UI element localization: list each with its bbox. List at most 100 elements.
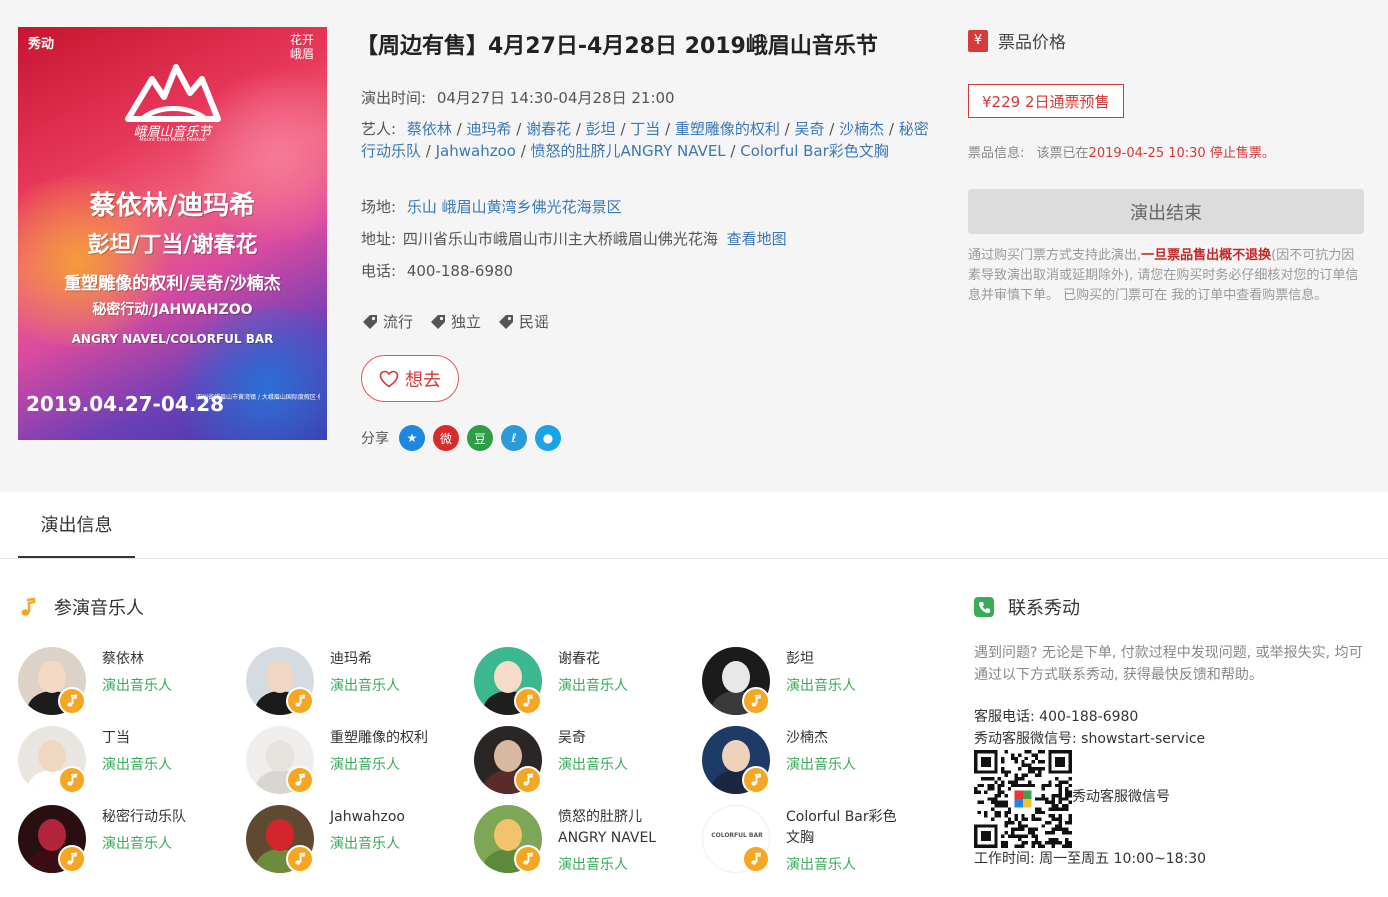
musician-card[interactable]: 吴奇 演出音乐人 — [474, 726, 694, 796]
musician-card[interactable]: 谢春花 演出音乐人 — [474, 647, 694, 717]
musician-card[interactable]: 彭坦 演出音乐人 — [702, 647, 922, 717]
qr-module — [987, 787, 991, 791]
musician-name[interactable]: 重塑雕像的权利 — [330, 728, 460, 749]
music-note-icon — [21, 597, 36, 616]
qr-module — [1058, 797, 1062, 801]
qr-module — [1031, 760, 1035, 764]
musician-card[interactable]: 秘密行动乐队 演出音乐人 — [18, 805, 238, 875]
musician-name[interactable]: 沙楠杰 — [786, 728, 916, 749]
ticket-option-button[interactable]: ¥229 2日通票预售 — [968, 84, 1124, 118]
artist-separator: / — [615, 120, 631, 138]
genre-tag[interactable]: 流行 — [361, 311, 413, 332]
musician-name[interactable]: Jahwahzoo — [330, 807, 460, 828]
qr-module — [977, 800, 981, 805]
qr-module — [987, 777, 991, 781]
qr-module — [1017, 753, 1022, 757]
event-time-row: 演出时间: 04月27日 14:30-04月28日 21:00 — [361, 87, 675, 109]
qr-module — [1024, 763, 1029, 767]
artist-link[interactable]: 吴奇 — [795, 120, 825, 138]
artist-link[interactable]: 愤怒的肚脐儿ANGRY NAVEL — [531, 142, 726, 160]
qr-module — [1017, 783, 1022, 788]
genre-tag-label: 流行 — [383, 313, 414, 331]
artist-link[interactable]: 沙楠杰 — [839, 120, 884, 138]
qr-module — [1031, 770, 1035, 774]
musician-card[interactable]: 迪玛希 演出音乐人 — [246, 647, 466, 717]
poster-date: 2019.04.27-04.28 — [26, 392, 225, 416]
qr-module — [1031, 814, 1035, 818]
view-map-link[interactable]: 查看地图 — [727, 230, 787, 248]
qr-module — [1031, 831, 1035, 835]
qr-module — [997, 804, 1002, 808]
musician-name[interactable]: 迪玛希 — [330, 649, 460, 670]
qr-module — [1021, 814, 1025, 818]
artist-link[interactable]: 谢春花 — [526, 120, 571, 138]
musician-name[interactable]: 丁当 — [102, 728, 232, 749]
musician-card[interactable]: 愤怒的肚脐儿 ANGRY NAVEL 演出音乐人 — [474, 805, 694, 875]
qr-module — [1051, 807, 1056, 811]
musician-name[interactable]: 愤怒的肚脐儿 ANGRY NAVEL — [558, 807, 688, 849]
musician-card[interactable]: 丁当 演出音乐人 — [18, 726, 238, 796]
qr-module — [1031, 766, 1035, 771]
artist-link[interactable]: 彭坦 — [586, 120, 616, 138]
qr-module — [1017, 777, 1022, 781]
qr-module — [1007, 780, 1012, 784]
musician-note-icon — [742, 845, 770, 873]
qr-module — [1001, 760, 1005, 764]
musician-note-icon — [514, 845, 542, 873]
avatar-figure — [266, 740, 294, 772]
artist-link[interactable]: 蔡依林 — [407, 120, 452, 138]
tag-icon — [431, 314, 446, 329]
qr-module — [1038, 841, 1042, 845]
avatar-figure — [38, 661, 66, 693]
event-poster[interactable]: 秀动 花开峨眉 峨眉山音乐节 Mount Emei Music Festival… — [18, 27, 327, 440]
qr-module — [997, 814, 1002, 818]
musician-card[interactable]: Jahwahzoo 演出音乐人 — [246, 805, 466, 875]
share-weibo-icon[interactable]: 微 — [433, 425, 459, 451]
share-qq-icon[interactable]: ● — [535, 425, 561, 451]
share-qzone-icon[interactable]: ★ — [399, 425, 425, 451]
qr-module — [1061, 780, 1066, 784]
musician-role: 演出音乐人 — [330, 678, 400, 694]
artist-link[interactable]: 丁当 — [630, 120, 660, 138]
tab-event-info[interactable]: 演出信息 — [18, 492, 135, 558]
event-info: 【周边有售】4月27日-4月28日 2019峨眉山音乐节 演出时间: 04月27… — [356, 28, 936, 451]
share-tencent-icon[interactable]: ℓ — [501, 425, 527, 451]
qr-module — [1061, 827, 1066, 832]
musician-card[interactable]: 重塑雕像的权利 演出音乐人 — [246, 726, 466, 796]
qr-module — [1055, 837, 1059, 842]
musician-name[interactable]: 蔡依林 — [102, 649, 232, 670]
musician-name[interactable]: Colorful Bar彩色 文胸 — [786, 807, 916, 849]
qr-module — [984, 810, 988, 815]
qr-module — [1065, 790, 1069, 794]
musician-name[interactable]: 彭坦 — [786, 649, 916, 670]
musician-card[interactable]: COLORFUL BAR Colorful Bar彩色 文胸 演出音乐人 — [702, 805, 922, 875]
poster-lineup-line: 秘密行动/JAHWAHZOO — [92, 302, 253, 318]
venue-link[interactable]: 乐山 峨眉山黄湾乡佛光花海景区 — [407, 198, 622, 216]
musician-card[interactable]: 沙楠杰 演出音乐人 — [702, 726, 922, 796]
musician-card[interactable]: 蔡依林 演出音乐人 — [18, 647, 238, 717]
qr-module — [1044, 783, 1049, 788]
qr-module — [1028, 780, 1032, 784]
qr-module — [1028, 766, 1032, 771]
show-ended-button[interactable]: 演出结束 — [968, 189, 1364, 234]
genre-tag[interactable]: 民谣 — [497, 311, 549, 332]
want-to-go-button[interactable]: 想去 — [361, 355, 459, 402]
musician-name[interactable]: 谢春花 — [558, 649, 688, 670]
event-address-row: 地址: 四川省乐山市峨眉山市川主大桥峨眉山佛光花海 查看地图 — [361, 228, 787, 250]
qr-module — [1068, 817, 1072, 821]
artist-link[interactable]: Colorful Bar彩色文胸 — [740, 142, 889, 160]
artist-link[interactable]: 迪玛希 — [466, 120, 511, 138]
poster-lineup-line: ANGRY NAVEL/COLORFUL BAR — [71, 332, 274, 346]
qr-module — [1024, 773, 1029, 778]
musician-name[interactable]: 秘密行动乐队 — [102, 807, 232, 828]
artist-link[interactable]: Jahwahzoo — [436, 142, 516, 160]
address-value: 四川省乐山市峨眉山市川主大桥峨眉山佛光花海 — [402, 230, 718, 248]
qr-module — [1021, 783, 1025, 788]
share-douban-icon[interactable]: 豆 — [467, 425, 493, 451]
heart-icon — [379, 370, 399, 388]
qr-module — [977, 790, 981, 794]
artist-link[interactable]: 重塑雕像的权利 — [675, 120, 780, 138]
musician-name[interactable]: 吴奇 — [558, 728, 688, 749]
genre-tag[interactable]: 独立 — [429, 311, 481, 332]
qr-module — [1038, 807, 1042, 811]
